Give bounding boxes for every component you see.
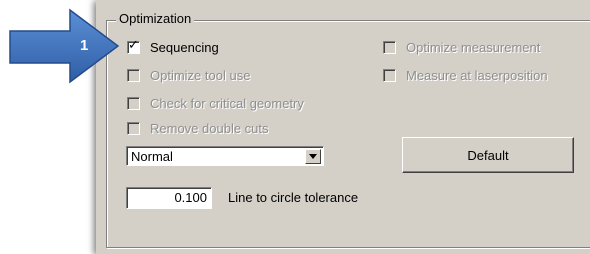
remove-double-cuts-label: Remove double cuts <box>150 120 269 136</box>
mode-select-value: Normal <box>131 149 173 164</box>
remove-double-cuts-checkbox-row[interactable]: Remove double cuts <box>127 120 269 136</box>
measure-at-laserposition-checkbox-row[interactable]: Measure at laserposition <box>383 67 548 83</box>
measure-at-laserposition-label: Measure at laserposition <box>406 67 548 83</box>
sequencing-label: Sequencing <box>150 39 219 55</box>
remove-double-cuts-checkbox[interactable] <box>127 121 140 135</box>
check-critical-geometry-checkbox-row[interactable]: Check for critical geometry <box>127 95 304 111</box>
arrow-shape <box>9 8 120 84</box>
mode-select[interactable]: Normal <box>126 146 324 166</box>
optimize-tool-use-checkbox-row[interactable]: Optimize tool use <box>127 67 250 83</box>
check-critical-geometry-label: Check for critical geometry <box>150 95 304 111</box>
tolerance-label: Line to circle tolerance <box>228 190 359 205</box>
measure-at-laserposition-checkbox[interactable] <box>383 68 396 82</box>
check-critical-geometry-checkbox[interactable] <box>127 96 140 110</box>
optimize-measurement-checkbox[interactable] <box>383 40 396 54</box>
default-button[interactable]: Default <box>402 137 574 173</box>
optimize-measurement-checkbox-row[interactable]: Optimize measurement <box>383 39 540 55</box>
callout-number: 1 <box>80 37 89 54</box>
optimize-tool-use-label: Optimize tool use <box>150 67 251 83</box>
default-button-label: Default <box>467 147 509 163</box>
tolerance-input[interactable]: 0.100 <box>126 187 212 209</box>
sequencing-checkbox-row[interactable]: ✓ Sequencing <box>127 38 219 55</box>
chevron-down-icon <box>309 154 317 159</box>
dropdown-button[interactable] <box>305 149 321 164</box>
callout-arrow <box>9 8 120 84</box>
optimize-measurement-label: Optimize measurement <box>406 39 541 55</box>
